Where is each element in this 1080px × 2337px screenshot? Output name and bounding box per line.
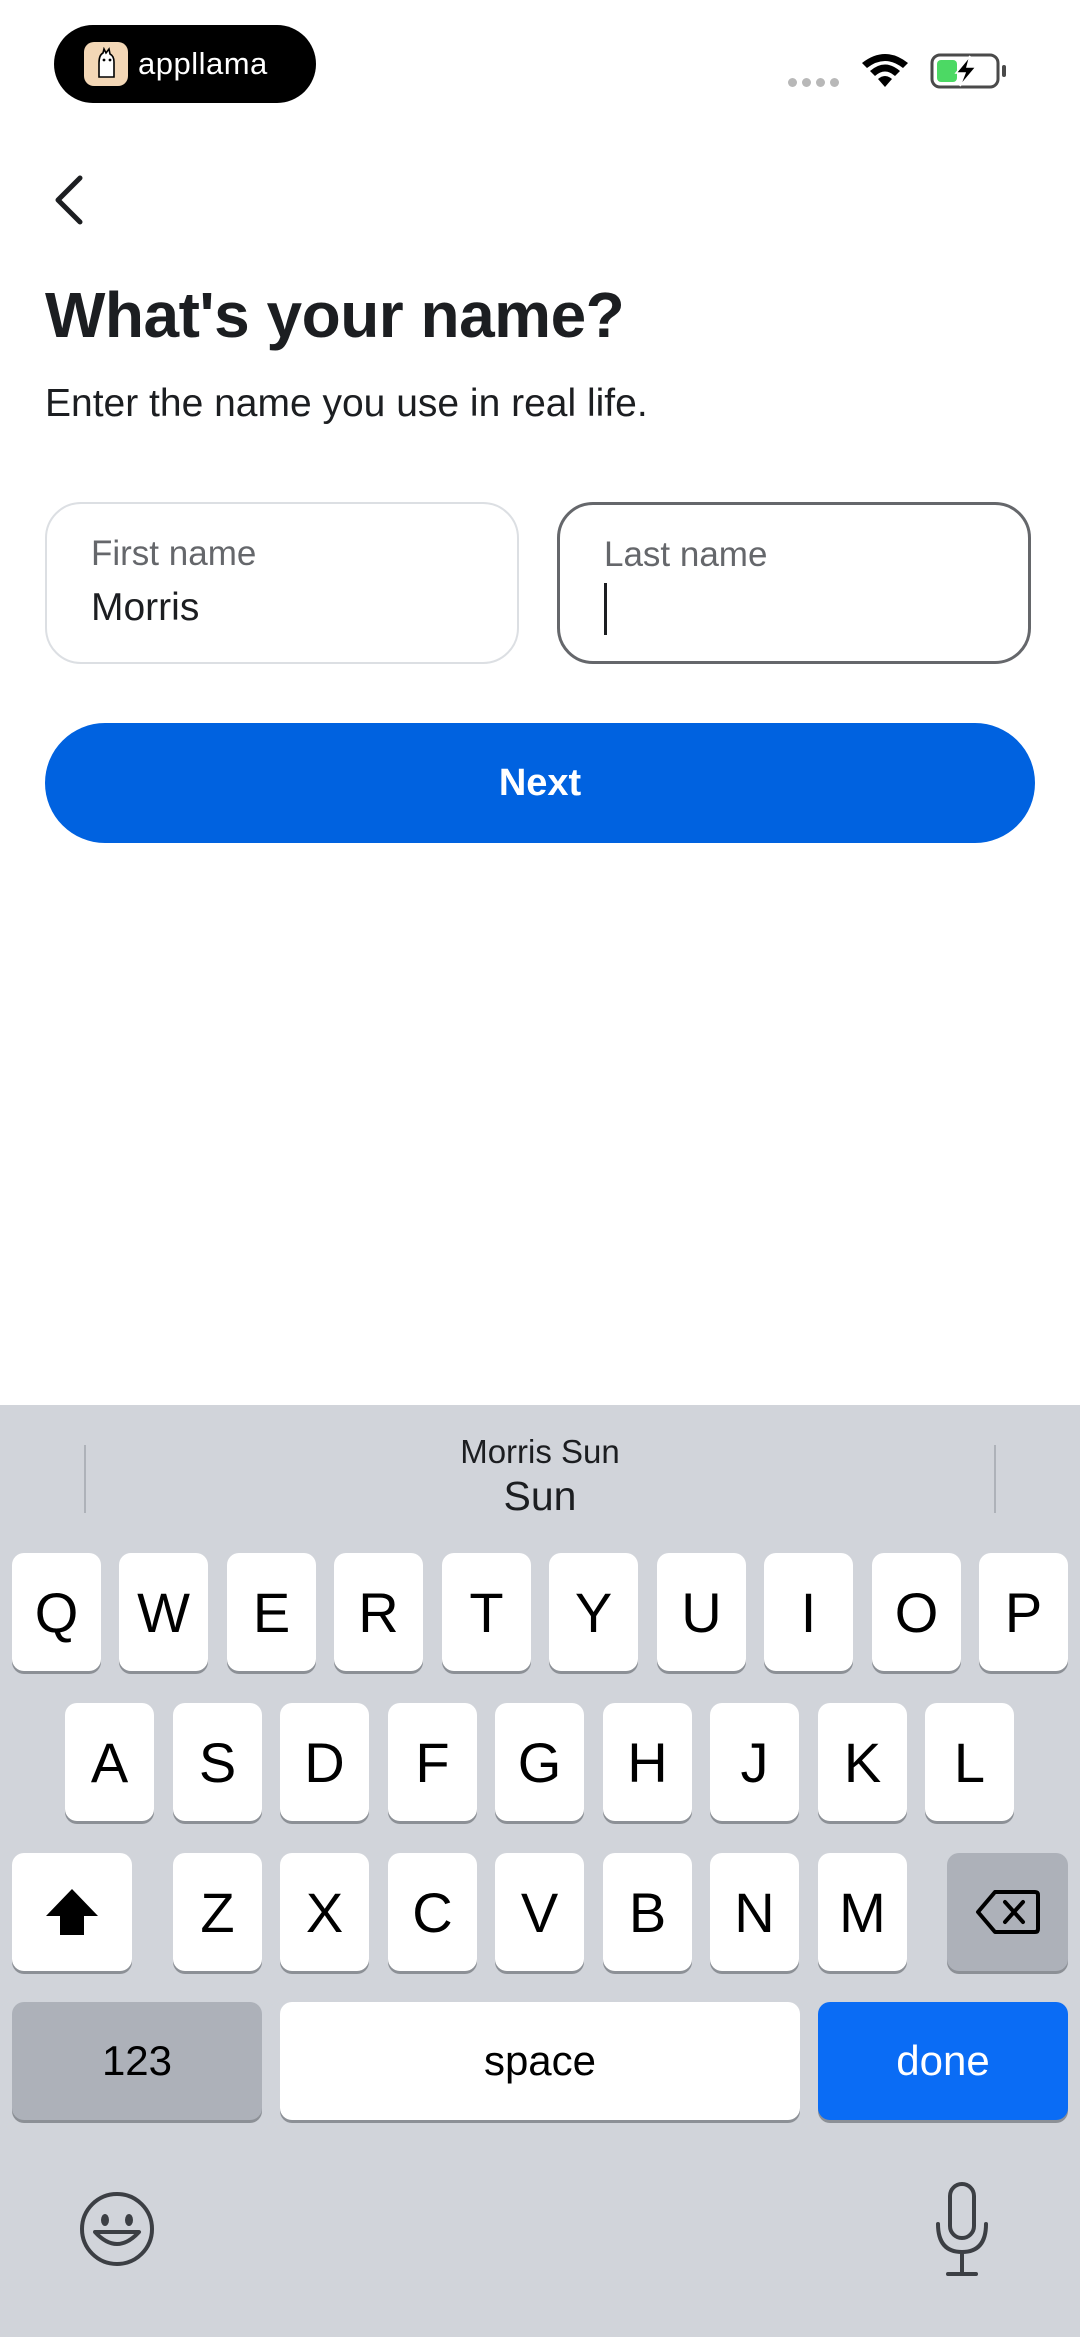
last-name-field[interactable]: Last name — [557, 502, 1031, 664]
numbers-key[interactable]: 123 — [12, 2002, 262, 2120]
prediction-primary[interactable]: Sun — [0, 1473, 1080, 1520]
key-n[interactable]: N — [710, 1853, 799, 1971]
done-key[interactable]: done — [818, 2002, 1068, 2120]
first-name-value: Morris — [91, 586, 200, 629]
battery-charging-icon — [930, 53, 1006, 89]
chevron-left-icon — [55, 175, 83, 225]
last-name-label: Last name — [604, 535, 768, 574]
first-name-label: First name — [91, 534, 257, 573]
brand-badge: appllama — [54, 25, 316, 103]
shift-icon — [46, 1889, 98, 1935]
microphone-icon[interactable] — [932, 2180, 992, 2280]
key-g[interactable]: G — [495, 1703, 584, 1821]
page-subtitle: Enter the name you use in real life. — [45, 382, 648, 425]
key-p[interactable]: P — [979, 1553, 1068, 1671]
text-cursor — [604, 583, 607, 635]
key-x[interactable]: X — [280, 1853, 369, 1971]
llama-logo-icon — [84, 42, 128, 86]
first-name-field[interactable]: First name Morris — [45, 502, 519, 664]
key-e[interactable]: E — [227, 1553, 316, 1671]
key-f[interactable]: F — [388, 1703, 477, 1821]
next-button[interactable]: Next — [45, 723, 1035, 843]
key-t[interactable]: T — [442, 1553, 531, 1671]
back-button[interactable] — [40, 170, 96, 230]
keyboard: Morris Sun Sun Q W E R T Y U I O P A S D… — [0, 1405, 1080, 2337]
key-a[interactable]: A — [65, 1703, 154, 1821]
key-r[interactable]: R — [334, 1553, 423, 1671]
space-key[interactable]: space — [280, 2002, 800, 2120]
page-title: What's your name? — [45, 279, 625, 351]
prediction-secondary[interactable]: Morris Sun — [0, 1433, 1080, 1471]
key-s[interactable]: S — [173, 1703, 262, 1821]
key-z[interactable]: Z — [173, 1853, 262, 1971]
backspace-icon — [975, 1890, 1040, 1934]
signal-dots-icon — [788, 78, 839, 87]
key-q[interactable]: Q — [12, 1553, 101, 1671]
key-b[interactable]: B — [603, 1853, 692, 1971]
status-bar: appllama — [0, 0, 1080, 130]
key-d[interactable]: D — [280, 1703, 369, 1821]
key-m[interactable]: M — [818, 1853, 907, 1971]
key-w[interactable]: W — [119, 1553, 208, 1671]
backspace-key[interactable] — [947, 1853, 1068, 1971]
key-v[interactable]: V — [495, 1853, 584, 1971]
emoji-icon[interactable] — [78, 2190, 156, 2268]
key-i[interactable]: I — [764, 1553, 853, 1671]
key-u[interactable]: U — [657, 1553, 746, 1671]
brand-name: appllama — [138, 46, 268, 81]
key-k[interactable]: K — [818, 1703, 907, 1821]
shift-key[interactable] — [12, 1853, 132, 1971]
key-c[interactable]: C — [388, 1853, 477, 1971]
key-l[interactable]: L — [925, 1703, 1014, 1821]
key-y[interactable]: Y — [549, 1553, 638, 1671]
wifi-icon — [862, 54, 908, 87]
key-o[interactable]: O — [872, 1553, 961, 1671]
key-h[interactable]: H — [603, 1703, 692, 1821]
key-j[interactable]: J — [710, 1703, 799, 1821]
